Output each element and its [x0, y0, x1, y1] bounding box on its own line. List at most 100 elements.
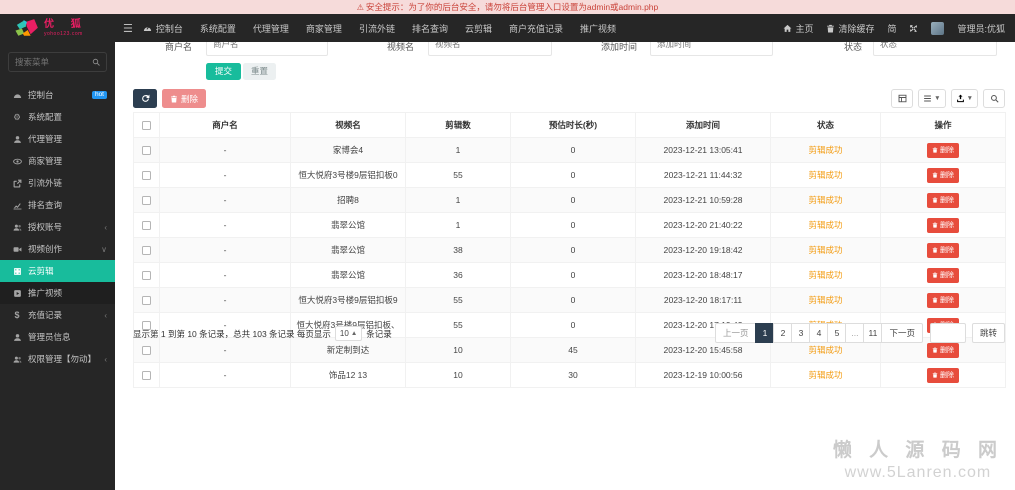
cell-video: 恒大悦府3号楼9层铝扣板0 [290, 162, 406, 188]
clips-table: 商户名 视频名 剪辑数 预估时长(秒) 添加时间 状态 操作 - 家博会4 1 … [133, 112, 1006, 388]
card-view-button[interactable] [891, 89, 914, 108]
row-checkbox[interactable] [142, 146, 151, 156]
nav-item-console[interactable]: 控制台 [143, 22, 183, 35]
row-delete-button[interactable]: 删除 [927, 367, 959, 383]
cell-duration: 0 [510, 212, 636, 238]
sidebar-item-merchant-management[interactable]: 商家管理 [0, 150, 115, 172]
jump-page-input[interactable] [929, 323, 966, 343]
nav-item-promo-video[interactable]: 推广视频 [580, 22, 616, 35]
row-checkbox[interactable] [142, 271, 151, 281]
sidebar: 控制台 hot ⚙ 系统配置 代理管理 商家管理 引流外链 排名查询 授权账号 … [0, 42, 115, 490]
row-checkbox[interactable] [142, 371, 151, 381]
main-content: 商户名 视频名 添加时间 状态 提交 重置 删除 ▼ [115, 42, 1015, 490]
status-link[interactable]: 剪辑成功 [808, 270, 842, 280]
sidebar-item-system-config[interactable]: ⚙ 系统配置 [0, 106, 115, 128]
columns-button[interactable]: ▼ [918, 89, 946, 108]
export-button[interactable]: ▼ [950, 89, 978, 108]
sidebar-item-ranking-query[interactable]: 排名查询 [0, 194, 115, 216]
page-size-select[interactable]: 10 ▲ [334, 326, 363, 341]
row-delete-button[interactable]: 删除 [927, 292, 959, 308]
sidebar-item-video-creation[interactable]: 视频创作 ∨ [0, 238, 115, 260]
page-button[interactable]: 3 [791, 323, 811, 343]
row-checkbox[interactable] [142, 221, 151, 231]
next-page-button[interactable]: 下一页 [881, 323, 923, 343]
sidebar-item-permission-management[interactable]: 权限管理【勿动】 ‹ [0, 348, 115, 370]
nav-item-cloud-clip[interactable]: 云剪辑 [465, 22, 492, 35]
language-button[interactable]: 简 [887, 22, 896, 35]
prev-page-button[interactable]: 上一页 [714, 323, 757, 343]
page-button[interactable]: 1 [755, 323, 775, 343]
row-checkbox[interactable] [142, 246, 151, 256]
trash-icon [932, 372, 938, 378]
sidebar-item-promo-video[interactable]: 推广视频 [0, 282, 115, 304]
admin-menu[interactable]: 管理员:优狐 [957, 22, 1005, 35]
nav-item-ranking-query[interactable]: 排名查询 [412, 22, 448, 35]
sidebar-item-recharge-records[interactable]: $ 充值记录 ‹ [0, 304, 115, 326]
logo[interactable]: 优 狐 yohoo123.com [0, 14, 115, 42]
status-link[interactable]: 剪辑成功 [808, 145, 842, 155]
select-all-checkbox[interactable] [142, 121, 151, 131]
status-link[interactable]: 剪辑成功 [808, 220, 842, 230]
cell-duration: 0 [510, 187, 636, 213]
page-button[interactable]: 4 [809, 323, 829, 343]
status-link[interactable]: 剪辑成功 [808, 195, 842, 205]
page-button[interactable]: 11 [863, 323, 883, 343]
delete-selected-button[interactable]: 删除 [162, 89, 207, 108]
row-delete-button[interactable]: 删除 [927, 267, 959, 283]
sidebar-item-cloud-clip[interactable]: 云剪辑 [0, 260, 115, 282]
video-name-input[interactable] [428, 42, 552, 56]
status-link[interactable]: 剪辑成功 [808, 170, 842, 180]
sidebar-search-input[interactable] [15, 57, 92, 67]
reset-button[interactable]: 重置 [243, 63, 277, 80]
avatar[interactable] [931, 21, 945, 35]
nav-item-merchant-management[interactable]: 商家管理 [306, 22, 342, 35]
cell-add-time: 2023-12-20 19:18:42 [635, 237, 771, 263]
status-link[interactable]: 剪辑成功 [808, 245, 842, 255]
status-link[interactable]: 剪辑成功 [808, 370, 842, 380]
pagination: 显示第 1 到第 10 条记录，总共 103 条记录 每页显示 10 ▲ 条记录… [133, 323, 1005, 345]
search-toggle-button[interactable] [983, 89, 1005, 108]
nav-item-system-config[interactable]: 系统配置 [200, 22, 236, 35]
cell-clips: 36 [405, 262, 511, 288]
row-delete-button[interactable]: 删除 [927, 142, 959, 158]
sidebar-item-authorized-accounts[interactable]: 授权账号 ‹ [0, 216, 115, 238]
trash-icon [932, 347, 938, 353]
submit-button[interactable]: 提交 [206, 63, 242, 80]
page-button[interactable]: 2 [773, 323, 793, 343]
jump-button[interactable]: 跳转 [971, 323, 1005, 343]
pagination-info: 显示第 1 到第 10 条记录，总共 103 条记录 每页显示 10 ▲ 条记录 [133, 326, 392, 341]
sidebar-item-external-links[interactable]: 引流外链 [0, 172, 115, 194]
cell-video: 翡翠公馆 [290, 237, 406, 263]
trash-icon [171, 95, 177, 102]
nav-item-agent-management[interactable]: 代理管理 [253, 22, 289, 35]
status-link[interactable]: 剪辑成功 [808, 345, 842, 355]
merchant-name-input[interactable] [206, 42, 328, 56]
nav-item-recharge-records[interactable]: 商户充值记录 [509, 22, 563, 35]
table-row: - 翡翠公馆 1 0 2023-12-20 21:40:22 剪辑成功 删除 [133, 212, 1006, 238]
row-delete-button[interactable]: 删除 [927, 192, 959, 208]
row-delete-button[interactable]: 删除 [927, 242, 959, 258]
sidebar-item-agent-management[interactable]: 代理管理 [0, 128, 115, 150]
sidebar-item-console[interactable]: 控制台 hot [0, 84, 115, 106]
row-delete-button[interactable]: 删除 [927, 167, 959, 183]
clear-cache-button[interactable]: 清除缓存 [826, 22, 874, 35]
add-time-input[interactable] [650, 42, 773, 56]
nav-item-external-links[interactable]: 引流外链 [359, 22, 395, 35]
fullscreen-button[interactable] [909, 24, 918, 33]
row-checkbox[interactable] [142, 296, 151, 306]
row-checkbox[interactable] [142, 196, 151, 206]
menu-toggle-icon[interactable]: ☰ [123, 22, 133, 35]
page-button[interactable]: 5 [827, 323, 847, 343]
refresh-button[interactable] [133, 89, 157, 108]
dollar-icon: $ [14, 310, 20, 320]
row-checkbox[interactable] [142, 346, 151, 356]
caret-down-icon: ▼ [934, 95, 941, 102]
row-checkbox[interactable] [142, 171, 151, 181]
home-button[interactable]: 主页 [783, 22, 813, 35]
page-button[interactable]: ... [845, 323, 865, 343]
sidebar-item-admin-info[interactable]: 管理员信息 [0, 326, 115, 348]
row-delete-button[interactable]: 删除 [927, 217, 959, 233]
status-input[interactable] [873, 42, 997, 56]
cell-merchant: - [159, 362, 291, 388]
status-link[interactable]: 剪辑成功 [808, 295, 842, 305]
